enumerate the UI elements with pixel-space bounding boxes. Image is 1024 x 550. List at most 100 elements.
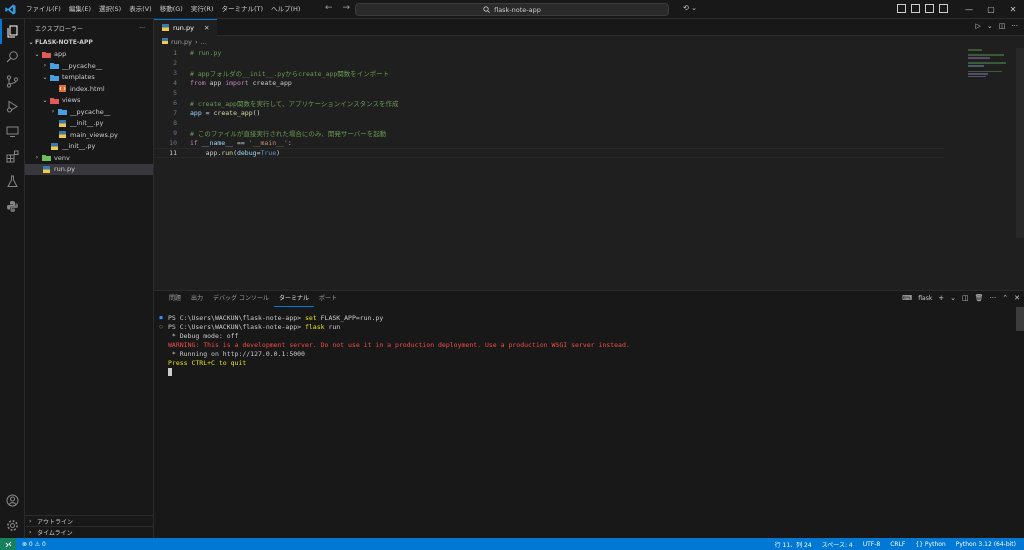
problems-count[interactable]: ⊗ 0 ⚠ 0 [22,541,46,548]
more-actions-icon[interactable]: ··· [139,25,145,32]
menu-item[interactable]: 表示(V) [125,0,156,19]
panel-tab[interactable]: ポート [314,291,342,307]
explorer-sidebar: エクスプローラー ··· ⌄ FLASK-NOTE-APP ⌄ app › __pyc… [25,19,154,538]
menu-item[interactable]: 編集(E) [65,0,95,19]
code-editor[interactable]: 1 # run.py 2 3 # appフォルダの__init__.pyからcreate… [154,48,944,158]
new-terminal-icon[interactable]: + [938,294,944,302]
vscode-logo-icon [2,0,18,19]
tree-item-label: templates [62,73,95,82]
tree-item-label: index.html [70,84,105,93]
tree-item[interactable]: main_views.py [25,129,153,141]
code-line: 8 [154,118,944,128]
breadcrumb-file[interactable]: run.py [171,38,192,46]
close-tab-icon[interactable]: ✕ [204,24,209,32]
terminal-cursor-line [158,367,630,376]
forward-arrow-icon[interactable]: → [343,3,351,13]
status-item[interactable]: UTF-8 [863,541,881,548]
copilot-icon[interactable]: ⟲ ⌄ [683,4,697,12]
minimize-button[interactable]: — [958,0,980,19]
menu-item[interactable]: ファイル(F) [22,0,65,19]
title-bar: ファイル(F) 編集(E) 選択(S) 表示(V) 移動(G) 実行(R) ターミナル(T)… [0,0,1024,19]
chevron-down-icon[interactable]: ⌄ [950,294,956,302]
toggle-panel-icon[interactable] [911,4,920,13]
split-editor-icon[interactable]: ◫ [999,22,1006,30]
minimap[interactable] [968,49,1008,79]
remote-explorer-icon[interactable] [0,119,25,144]
toggle-primary-sidebar-icon[interactable] [897,4,906,13]
tree-item[interactable]: ⌄ app [25,49,153,61]
tree-item[interactable]: ⌄ views [25,95,153,107]
status-item[interactable]: Python 3.12 (64-bit) [956,541,1016,548]
command-decoration-icon[interactable]: ■ [158,315,164,321]
menu-item[interactable]: ターミナル(T) [217,0,267,19]
menu-item[interactable]: 実行(R) [187,0,218,19]
close-panel-icon[interactable]: ✕ [1014,294,1020,302]
status-item[interactable]: スペース: 4 [822,540,853,549]
close-button[interactable]: ✕ [1002,0,1024,19]
panel-tab[interactable]: 出力 [186,291,208,307]
tree-item[interactable]: › __pycache__ [25,60,153,72]
run-debug-icon[interactable] [0,94,25,119]
remote-indicator-icon[interactable] [0,538,16,550]
status-items: 行 11、列 24 スペース: 4 UTF-8 CRLF {} Python Python… [775,538,1016,550]
workspace-root[interactable]: ⌄ FLASK-NOTE-APP [25,37,153,49]
panel-tab[interactable]: 問題 [164,291,186,307]
code-token: # このファイルが直接実行された場合にのみ、開発サーバーを起動 [190,130,387,138]
menu-item[interactable]: ヘルプ(H) [267,0,304,19]
testing-icon[interactable] [0,169,25,194]
more-actions-icon[interactable]: ··· [990,294,997,302]
menu-item[interactable]: 選択(S) [95,0,125,19]
chevron-down-icon[interactable]: ⌄ [987,22,993,30]
search-icon[interactable] [0,44,25,69]
panel-tab[interactable]: デバッグ コンソール [208,291,274,307]
tree-item[interactable]: __init__.py [25,141,153,153]
settings-gear-icon[interactable] [0,513,25,538]
customize-layout-icon[interactable] [939,4,948,13]
breadcrumb-more[interactable]: ... [201,38,207,46]
code-token: = [201,109,214,117]
code-text: app = create_app() [190,109,260,117]
terminal-text: flask [304,322,325,331]
source-control-icon[interactable] [0,69,25,94]
account-icon[interactable] [0,488,25,513]
python-file-icon [49,142,59,150]
code-token: import [225,79,249,87]
command-decoration-icon[interactable]: ○ [158,324,164,330]
extensions-icon[interactable] [0,144,25,169]
tree-item[interactable]: __init__.py [25,118,153,130]
code-line: 2 [154,58,944,68]
status-item[interactable]: 行 11、列 24 [775,540,812,549]
code-token: () [252,109,261,117]
maximize-panel-icon[interactable]: ⌃ [1002,294,1008,302]
tree-item[interactable]: › __pycache__ [25,106,153,118]
run-python-file-icon[interactable]: ▷ [975,22,980,30]
tree-item[interactable]: run.py [25,163,153,175]
status-item[interactable]: {} Python [915,541,945,548]
editor-scrollbar[interactable] [1016,48,1024,238]
panel-tab[interactable]: ターミナル [273,291,314,307]
command-center-search[interactable]: flask-note-app [355,3,669,16]
tree-item[interactable]: ⌄ templates [25,72,153,84]
timeline-label: タイムライン [37,530,73,537]
terminal-name[interactable]: flask [918,295,932,302]
tab-run-py[interactable]: run.py ✕ [154,19,218,36]
status-item[interactable]: CRLF [890,541,905,548]
line-number: 1 [173,49,177,57]
more-actions-icon[interactable]: ··· [1011,22,1018,30]
terminal-scrollbar[interactable] [1016,307,1024,331]
split-terminal-icon[interactable]: ◫ [962,294,969,302]
terminal-text: Press CTRL+C to quit [168,358,247,367]
terminal-output[interactable]: ■ PS C:\Users\WACKUN\flask-note-app> set … [158,313,630,376]
explorer-icon[interactable] [0,19,25,44]
tree-item[interactable]: › venv [25,152,153,164]
folder-icon [49,97,59,104]
trash-icon[interactable]: 🗑 [975,294,984,302]
toggle-secondary-sidebar-icon[interactable] [925,4,934,13]
tree-item[interactable]: index.html [25,83,153,95]
line-number: 4 [173,79,177,87]
maximize-button[interactable]: ▢ [980,0,1002,19]
python-icon[interactable] [0,194,25,219]
menu-item[interactable]: 移動(G) [156,0,187,19]
back-arrow-icon[interactable]: ← [325,3,333,13]
timeline-section[interactable]: › タイムライン [25,526,154,538]
